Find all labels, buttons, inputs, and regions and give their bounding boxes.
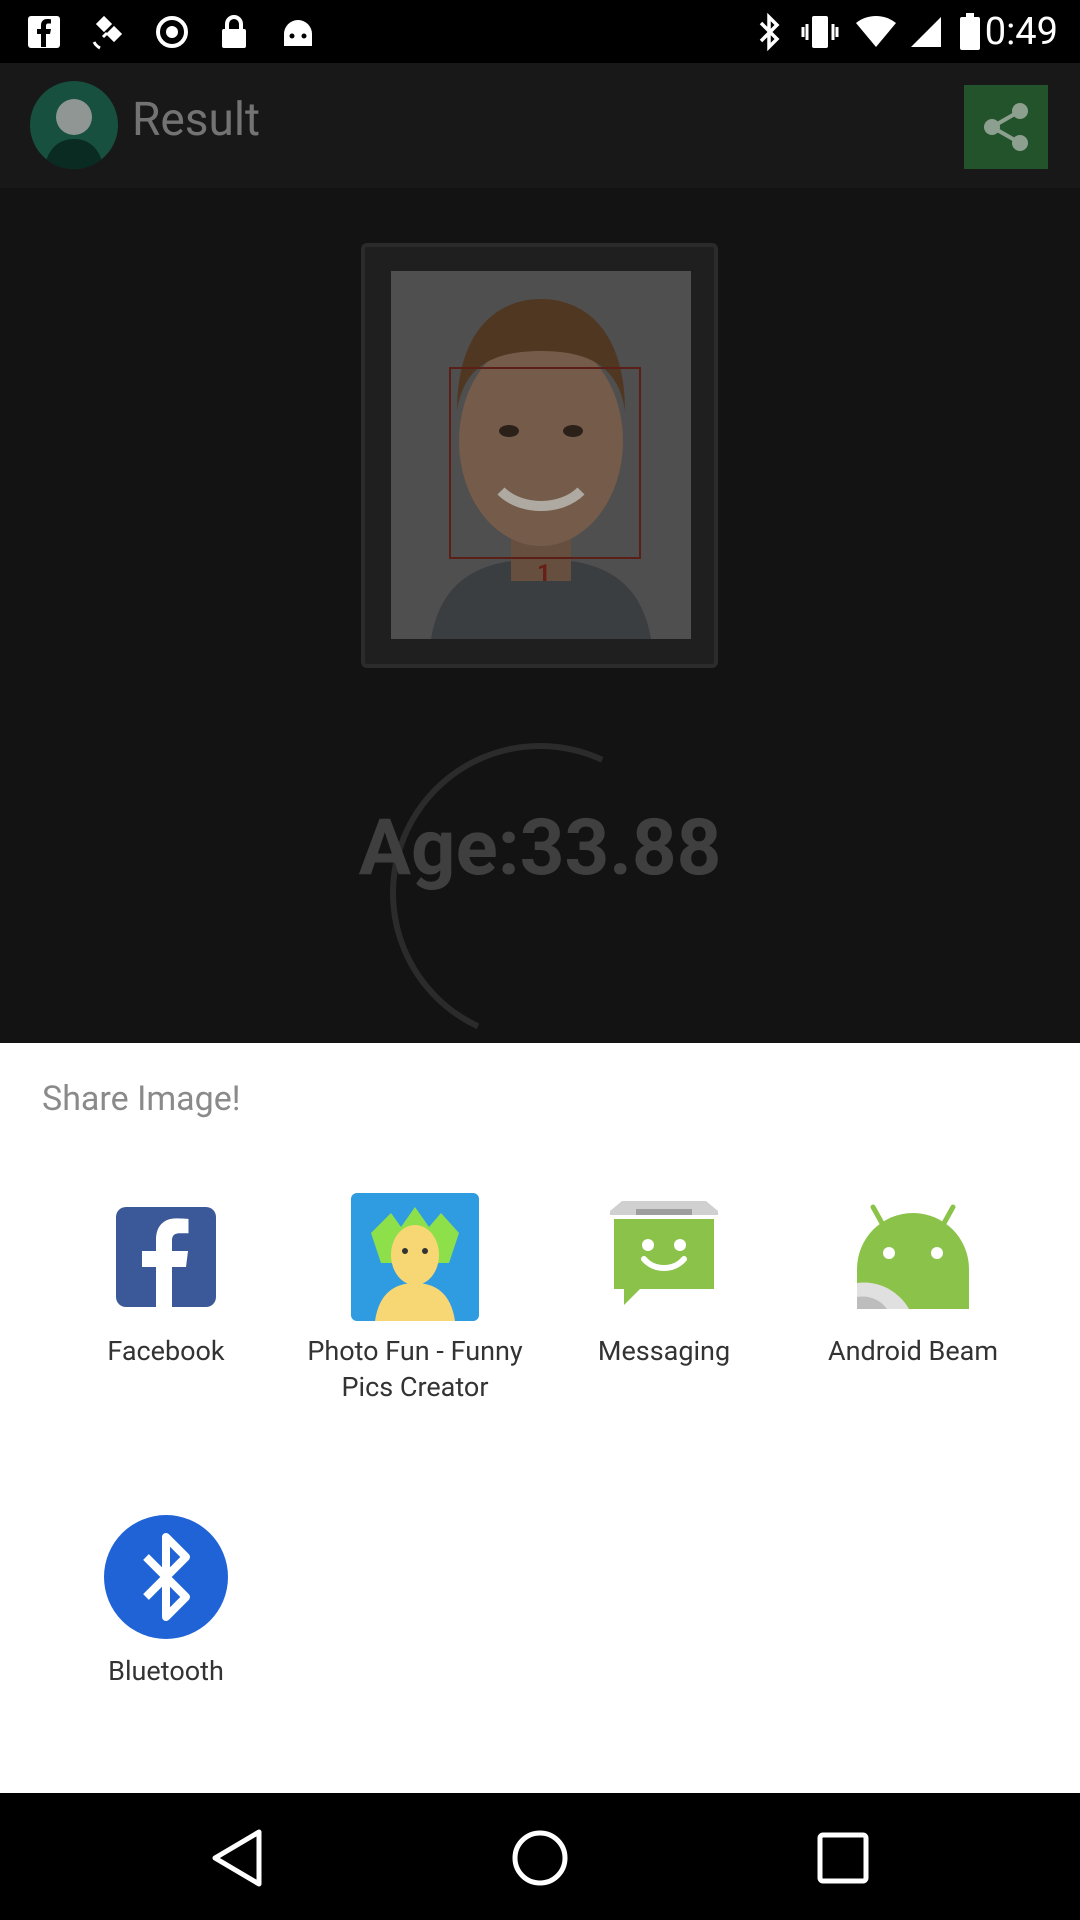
share-sheet-title: Share Image! xyxy=(42,1079,241,1119)
share-target-label: Messaging xyxy=(597,1335,731,1367)
android-beam-icon xyxy=(849,1193,977,1321)
vibrate-icon xyxy=(800,12,840,52)
home-icon xyxy=(512,1830,568,1886)
share-target-bluetooth[interactable]: Bluetooth xyxy=(41,1513,291,1689)
messaging-icon xyxy=(600,1193,728,1321)
back-icon xyxy=(212,1829,262,1887)
share-target-label: Photo Fun - Funny Pics Creator xyxy=(307,1335,523,1403)
status-bar: 10:49 xyxy=(0,0,1080,63)
home-button[interactable] xyxy=(505,1823,575,1893)
facebook-icon xyxy=(102,1193,230,1321)
facebook-icon xyxy=(24,12,64,52)
navigation-bar xyxy=(0,1793,1080,1920)
recents-button[interactable] xyxy=(808,1823,878,1893)
share-target-photo-fun[interactable]: Photo Fun - Funny Pics Creator xyxy=(290,1193,540,1405)
share-target-facebook[interactable]: Facebook xyxy=(41,1193,291,1369)
share-sheet: Share Image! Facebook Photo Fun - Funny … xyxy=(0,1043,1080,1793)
circle-icon xyxy=(152,12,192,52)
photo-fun-icon xyxy=(351,1193,479,1321)
signal-icon xyxy=(906,12,946,52)
share-target-android-beam[interactable]: Android Beam xyxy=(788,1193,1038,1369)
android-icon xyxy=(278,12,318,52)
bluetooth-icon xyxy=(102,1513,230,1641)
share-target-messaging[interactable]: Messaging xyxy=(539,1193,789,1369)
back-button[interactable] xyxy=(202,1823,272,1893)
share-target-label: Facebook xyxy=(107,1335,225,1367)
share-target-label: Bluetooth xyxy=(108,1655,224,1687)
lock-icon xyxy=(214,12,254,52)
share-target-label: Android Beam xyxy=(827,1335,999,1367)
satellite-icon xyxy=(88,12,128,52)
bluetooth-icon xyxy=(750,12,790,52)
recents-icon xyxy=(817,1832,869,1884)
wifi-icon xyxy=(856,12,896,52)
scrim[interactable] xyxy=(0,63,1080,1043)
status-time: 10:49 xyxy=(963,10,1058,54)
